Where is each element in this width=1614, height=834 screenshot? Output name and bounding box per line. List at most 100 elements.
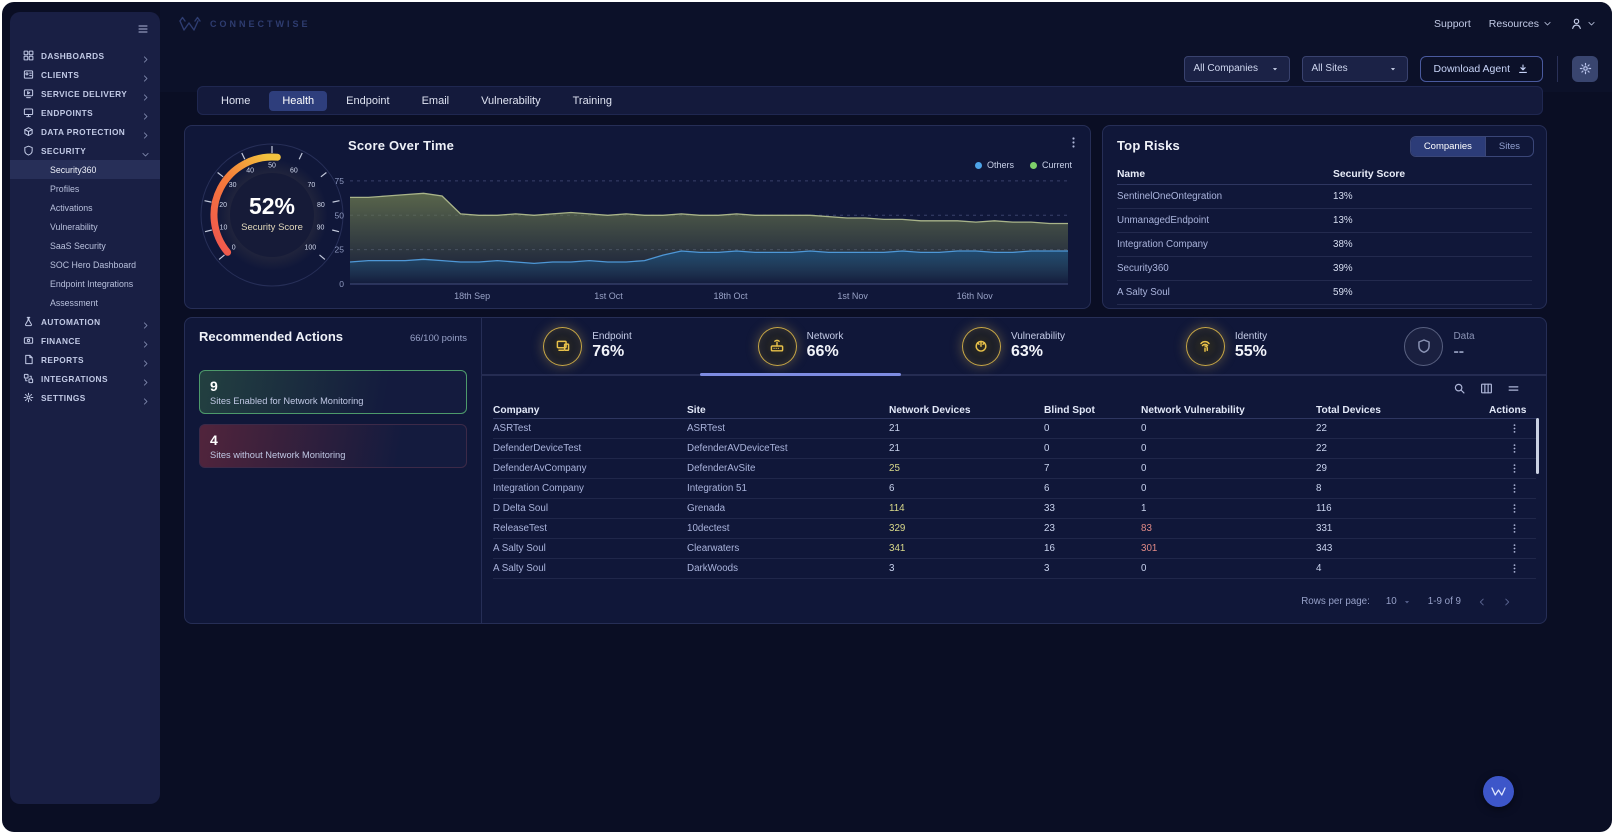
sidebar-item-automation[interactable]: AUTOMATION (10, 312, 160, 331)
row-actions-button[interactable] (1509, 483, 1520, 494)
company-filter-select[interactable]: All Companies (1184, 56, 1290, 82)
sidebar-item-label: CLIENTS (41, 70, 134, 80)
tab-training[interactable]: Training (560, 91, 625, 111)
row-actions-button[interactable] (1509, 563, 1520, 574)
top-risk-row[interactable]: Security36039% (1117, 257, 1532, 281)
tab-endpoint[interactable]: Endpoint (333, 91, 402, 111)
score-card-menu-button[interactable] (1067, 136, 1080, 149)
device-table-row[interactable]: ASRTestASRTest210022 (493, 419, 1536, 439)
cat-data-icon (1416, 338, 1432, 354)
sidebar-item-finance[interactable]: FINANCE (10, 331, 160, 350)
menu-icon (137, 23, 149, 35)
cat-network-icon (769, 338, 785, 354)
sidebar-item-security[interactable]: SECURITY (10, 141, 160, 160)
toggle-companies[interactable]: Companies (1411, 137, 1485, 156)
sidebar-subitem-security360[interactable]: Security360 (10, 160, 160, 179)
device-table-row[interactable]: Integration CompanyIntegration 516608 (493, 479, 1536, 499)
col-network-vulnerability: Network Vulnerability (1141, 405, 1316, 416)
user-menu[interactable] (1570, 17, 1596, 30)
row-actions-button[interactable] (1509, 523, 1520, 534)
device-table-row[interactable]: A Salty SoulDarkWoods3304 (493, 559, 1536, 579)
settings-quick-button[interactable] (1572, 56, 1598, 82)
rows-per-page-select[interactable]: 10 (1386, 596, 1412, 607)
sidebar-item-integrations[interactable]: INTEGRATIONS (10, 369, 160, 388)
download-agent-button[interactable]: Download Agent (1420, 56, 1543, 82)
category-name: Identity (1235, 331, 1267, 342)
rows-per-page-value: 10 (1386, 596, 1397, 607)
service-delivery-icon (23, 88, 34, 99)
sidebar-subitem-activations[interactable]: Activations (10, 198, 160, 217)
prev-page-button[interactable] (1477, 597, 1487, 607)
collapse-sidebar-button[interactable] (137, 23, 149, 35)
sidebar-subitem-endpoint-integrations[interactable]: Endpoint Integrations (10, 274, 160, 293)
device-table-row[interactable]: A Salty SoulClearwaters34116301343 (493, 539, 1536, 559)
row-actions-button[interactable] (1509, 423, 1520, 434)
sidebar-item-data-protection[interactable]: DATA PROTECTION (10, 122, 160, 141)
top-risk-row[interactable]: SentinelOneOntegration13% (1117, 185, 1532, 209)
sidebar-item-dashboards[interactable]: DASHBOARDS (10, 46, 160, 65)
sidebar-subitem-vulnerability[interactable]: Vulnerability (10, 217, 160, 236)
chevron-right-icon (141, 340, 150, 349)
sidebar-item-clients[interactable]: CLIENTS (10, 65, 160, 84)
sidebar-item-endpoints[interactable]: ENDPOINTS (10, 103, 160, 122)
category-tab-identity[interactable]: Identity55% (1120, 318, 1333, 374)
table-search-button[interactable] (1453, 382, 1466, 395)
row-actions-button[interactable] (1509, 503, 1520, 514)
cell-network-vulnerability: 0 (1141, 463, 1316, 474)
device-table-row[interactable]: DefenderAvCompanyDefenderAvSite257029 (493, 459, 1536, 479)
table-scrollbar[interactable] (1536, 418, 1539, 474)
device-table-row[interactable]: DefenderDeviceTestDefenderAVDeviceTest21… (493, 439, 1536, 459)
site-filter-select[interactable]: All Sites (1302, 56, 1408, 82)
tab-health[interactable]: Health (269, 91, 327, 111)
support-link[interactable]: Support (1434, 18, 1471, 30)
tab-vulnerability[interactable]: Vulnerability (468, 91, 554, 111)
cell-blind-spot: 0 (1044, 443, 1141, 454)
top-risk-row[interactable]: A Salty Soul59% (1117, 281, 1532, 305)
row-actions-button[interactable] (1509, 543, 1520, 554)
col-blind-spot: Blind Spot (1044, 405, 1141, 416)
cell-company: DefenderAvCompany (493, 463, 687, 474)
row-actions-button[interactable] (1509, 463, 1520, 474)
row-actions-button[interactable] (1509, 443, 1520, 454)
top-risks-table: NameSecurity ScoreSentinelOneOntegration… (1117, 164, 1532, 305)
sidebar-item-settings[interactable]: SETTINGS (10, 388, 160, 407)
action-card-sites-without-network-monitoring[interactable]: 4Sites without Network Monitoring (199, 424, 467, 468)
tab-email[interactable]: Email (409, 91, 463, 111)
action-label: Sites Enabled for Network Monitoring (210, 396, 456, 406)
action-card-sites-enabled-for-network-monitoring[interactable]: 9Sites Enabled for Network Monitoring (199, 370, 467, 414)
table-columns-button[interactable] (1480, 382, 1493, 395)
category-tab-data[interactable]: Data-- (1333, 318, 1546, 374)
cell-company: Integration Company (493, 483, 687, 494)
connectwise-mark-icon (178, 16, 202, 32)
category-tab-vulnerability[interactable]: Vulnerability63% (907, 318, 1120, 374)
sidebar-item-service-delivery[interactable]: SERVICE DELIVERY (10, 84, 160, 103)
device-table-row[interactable]: ReleaseTest10dectest3292383331 (493, 519, 1536, 539)
sidebar-item-reports[interactable]: REPORTS (10, 350, 160, 369)
device-table-row[interactable]: D Delta SoulGrenada114331116 (493, 499, 1536, 519)
risk-score: 39% (1333, 263, 1532, 274)
active-category-indicator (700, 373, 901, 376)
svg-text:50: 50 (335, 210, 345, 220)
top-risk-row[interactable]: UnmanagedEndpoint13% (1117, 209, 1532, 233)
chat-fab[interactable] (1483, 776, 1514, 807)
category-tab-network[interactable]: Network66% (694, 318, 907, 374)
tab-home[interactable]: Home (208, 91, 263, 111)
category-name: Endpoint (592, 331, 631, 342)
sidebar-subitem-profiles[interactable]: Profiles (10, 179, 160, 198)
brand-wordmark: CONNECTWISE (210, 19, 311, 29)
caret-down-icon (1270, 64, 1280, 74)
cell-site: DefenderAVDeviceTest (687, 443, 889, 454)
cell-company: A Salty Soul (493, 563, 687, 574)
table-density-button[interactable] (1507, 382, 1520, 395)
category-tab-endpoint[interactable]: Endpoint76% (481, 318, 694, 374)
sidebar-subitem-soc-hero-dashboard[interactable]: SOC Hero Dashboard (10, 255, 160, 274)
data-protection-icon (23, 126, 34, 137)
sidebar-subitem-saas-security[interactable]: SaaS Security (10, 236, 160, 255)
toggle-sites[interactable]: Sites (1485, 137, 1533, 156)
next-page-button[interactable] (1502, 597, 1512, 607)
cell-total-devices: 22 (1316, 423, 1489, 434)
sidebar-subitem-assessment[interactable]: Assessment (10, 293, 160, 312)
resources-link[interactable]: Resources (1489, 18, 1552, 30)
kebab-icon (1509, 443, 1520, 454)
top-risk-row[interactable]: Integration Company38% (1117, 233, 1532, 257)
